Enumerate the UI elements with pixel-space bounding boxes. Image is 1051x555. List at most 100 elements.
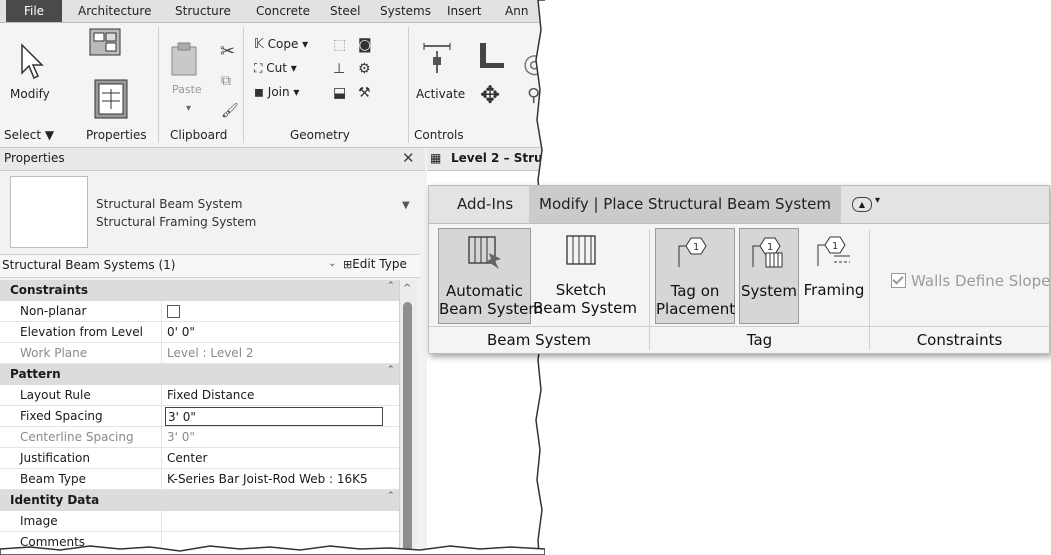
framing-tag-button[interactable]: 1 Framing	[802, 228, 866, 324]
edit-type-button[interactable]: ⊞Edit Type	[343, 257, 407, 271]
scrollbar-thumb[interactable]	[403, 302, 412, 555]
menu-structure[interactable]: Structure	[175, 0, 231, 22]
type-selector-chevron-icon[interactable]: ▼	[402, 200, 410, 211]
properties-title: Properties	[4, 151, 65, 165]
activate-icon	[423, 43, 451, 73]
collapse-icon[interactable]: ⌃	[387, 360, 395, 381]
category-constraints[interactable]: Constraints ⌃	[0, 280, 399, 301]
split-face-icon[interactable]: ⊥	[333, 61, 345, 77]
type-properties-button[interactable]	[88, 27, 124, 59]
collapse-icon[interactable]: ⌃	[387, 486, 395, 507]
property-value[interactable]: K-Series Bar Joist-Rod Web : 16K5	[167, 469, 368, 490]
category-pattern[interactable]: Pattern ⌃	[0, 364, 399, 385]
demolish-icon[interactable]: ⬓	[333, 85, 346, 101]
properties-button[interactable]	[94, 79, 128, 119]
filter-chevron-down-icon[interactable]: ⌄	[328, 258, 336, 269]
property-row[interactable]: Beam Type K-Series Bar Joist-Rod Web : 1…	[0, 469, 399, 490]
menu-concrete[interactable]: Concrete	[256, 0, 310, 22]
non-planar-checkbox[interactable]	[167, 305, 180, 318]
fixed-spacing-input[interactable]: 3' 0"	[165, 407, 383, 426]
tab-modify-place-structural-beam-system[interactable]: Modify | Place Structural Beam System	[529, 186, 841, 223]
menu-steel[interactable]: Steel	[330, 0, 360, 22]
category-label: Pattern	[10, 367, 61, 381]
scroll-up-icon[interactable]: ^	[403, 283, 411, 294]
automatic-beam-system-button[interactable]: Automatic Beam System	[438, 228, 543, 324]
menu-systems[interactable]: Systems	[380, 0, 431, 22]
property-row[interactable]: Work Plane Level : Level 2	[0, 343, 399, 364]
system-tag-button[interactable]: 1 System	[739, 228, 799, 324]
edit-type-label: Edit Type	[352, 257, 407, 271]
activate-button[interactable]: Activate	[416, 43, 465, 101]
move-arrows-icon[interactable]: ✥	[480, 81, 500, 109]
cursor-arrow-icon	[21, 43, 44, 80]
match-properties-icon[interactable]: 🖌	[221, 103, 239, 119]
ribbon: Modify Paste ✂ ⧉ 🖌 ▾ 𝕂 Cope ▾ ⛶ Cut ▾ ◼ …	[0, 23, 545, 148]
hammer-icon[interactable]: ⚒	[358, 85, 371, 101]
cope-label: Cope ▾	[267, 37, 309, 51]
system-label: System	[741, 282, 797, 300]
property-row[interactable]: Layout Rule Fixed Distance	[0, 385, 399, 406]
cope-button[interactable]: 𝕂 Cope ▾	[254, 37, 308, 52]
sketch-beam-system-button[interactable]: Sketch Beam System	[533, 228, 638, 324]
tag-group-label: Tag	[650, 326, 869, 353]
properties-group-label: Properties	[86, 128, 147, 142]
collapse-icon[interactable]: ⌃	[387, 276, 395, 297]
property-row[interactable]: Image	[0, 511, 399, 532]
edit-type-icon: ⊞	[343, 258, 353, 271]
svg-text:1: 1	[693, 242, 699, 253]
join-button[interactable]: ◼ Join ▾	[254, 85, 299, 99]
paint-icon[interactable]: ⚙	[358, 61, 371, 77]
property-name: Fixed Spacing	[20, 409, 103, 423]
ribbon-separator	[243, 27, 244, 143]
view-tab[interactable]: ▦ Level 2 – Stru	[427, 148, 545, 171]
property-value[interactable]: Fixed Distance	[167, 385, 254, 406]
cut-geometry-button[interactable]: ⛶ Cut ▾	[254, 61, 297, 76]
menu-bar: File Architecture Structure Concrete Ste…	[0, 0, 545, 23]
property-name: Elevation from Level	[20, 325, 143, 339]
svg-text:1: 1	[767, 242, 773, 253]
menu-architecture[interactable]: Architecture	[78, 0, 151, 22]
sketch-beam-system-icon	[566, 235, 596, 265]
property-row[interactable]: Centerline Spacing 3' 0"	[0, 427, 399, 448]
align-button[interactable]	[478, 41, 508, 71]
select-dropdown[interactable]: Select ▼	[4, 128, 54, 142]
placement-label: Placement	[656, 300, 736, 318]
automatic-beam-system-icon	[467, 236, 501, 269]
property-row[interactable]: Elevation from Level 0' 0"	[0, 322, 399, 343]
copy-icon[interactable]: ⧉	[221, 73, 231, 89]
ribbon-options-chevron-icon[interactable]: ▾	[875, 195, 880, 206]
instance-filter-dropdown[interactable]: Structural Beam Systems (1)	[2, 258, 176, 272]
close-icon[interactable]: ✕	[402, 149, 415, 167]
sketch-beam-system-label: Beam System	[533, 299, 638, 317]
join-icon: ◼	[254, 85, 264, 99]
menu-insert[interactable]: Insert	[447, 0, 481, 22]
property-row[interactable]: Fixed Spacing 3' 0"	[0, 406, 399, 427]
property-value[interactable]: 0' 0"	[167, 322, 195, 343]
walls-define-slope-checkbox[interactable]: Walls Define Slope	[891, 272, 1050, 290]
property-row[interactable]: Justification Center	[0, 448, 399, 469]
property-name: Justification	[20, 451, 90, 465]
paste-dropdown-icon[interactable]: ▾	[186, 103, 191, 114]
unjoin-icon[interactable]: ⬚	[333, 37, 346, 53]
menu-file[interactable]: File	[6, 0, 62, 22]
type-name[interactable]: Structural Framing System	[96, 215, 256, 229]
modify-button[interactable]: Modify	[10, 43, 50, 101]
ribbon-separator	[408, 27, 409, 143]
system-tag-icon: 1	[752, 237, 783, 268]
property-value[interactable]: Center	[167, 448, 207, 469]
tab-add-ins[interactable]: Add-Ins	[457, 186, 513, 223]
tag-on-placement-button[interactable]: 1 Tag on Placement	[655, 228, 735, 324]
wall-joins-icon[interactable]: ◙	[358, 37, 372, 53]
property-row[interactable]: Non-planar	[0, 301, 399, 322]
activate-label: Activate	[416, 87, 466, 101]
type-family-name[interactable]: Structural Beam System	[96, 197, 242, 211]
menu-annotate[interactable]: Ann	[505, 0, 528, 22]
property-name: Non-planar	[20, 304, 87, 318]
category-identity-data[interactable]: Identity Data ⌃	[0, 490, 399, 511]
cut-scissors-icon[interactable]: ✂	[220, 41, 235, 62]
svg-text:1: 1	[832, 241, 838, 252]
paste-label: Paste	[172, 83, 202, 96]
paste-button[interactable]: Paste	[168, 41, 202, 96]
ribbon-minimize-icon[interactable]: ▲	[852, 197, 872, 212]
walls-define-slope-label: Walls Define Slope	[911, 272, 1051, 290]
